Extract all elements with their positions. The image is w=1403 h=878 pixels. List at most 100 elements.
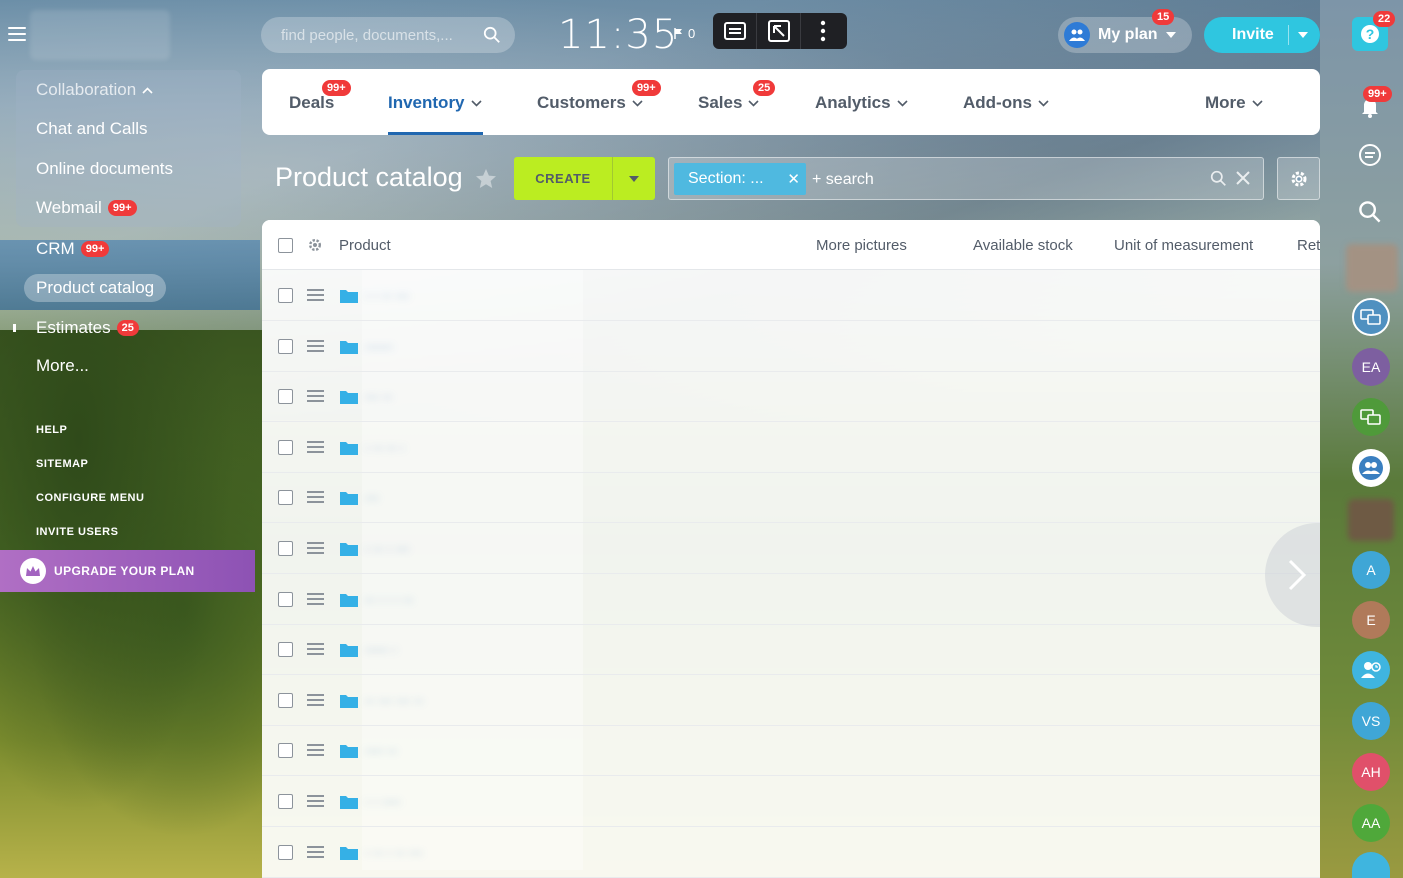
tab-customers[interactable]: Customers: [537, 93, 643, 113]
avatar-ea[interactable]: EA: [1352, 348, 1390, 386]
avatar-vs[interactable]: VS: [1352, 702, 1390, 740]
create-button[interactable]: CREATE: [514, 157, 655, 200]
row-checkbox[interactable]: [278, 439, 293, 455]
product-name[interactable]: ······: [365, 338, 393, 354]
tab-more[interactable]: More: [1205, 93, 1263, 113]
sidebar-item-chat[interactable]: Chat and Calls: [36, 119, 148, 139]
product-name[interactable]: · ·· ·· ·: [365, 439, 405, 455]
search-input[interactable]: [281, 26, 483, 44]
row-checkbox[interactable]: [278, 642, 293, 658]
product-name[interactable]: · ·· · ···: [365, 540, 409, 556]
table-row[interactable]: ·· · · · ··: [262, 574, 1320, 625]
user-clock-icon[interactable]: [1352, 651, 1390, 689]
tab-add-ons[interactable]: Add-ons: [963, 93, 1049, 113]
tab-inventory[interactable]: Inventory: [388, 93, 482, 113]
user-avatar-photo[interactable]: [1346, 244, 1398, 292]
row-checkbox[interactable]: [278, 541, 293, 556]
sidebar-item-webmail[interactable]: Webmail 99+: [36, 198, 137, 218]
filter-search-input[interactable]: + search: [812, 171, 874, 189]
sidebar-item-more[interactable]: More...: [36, 356, 89, 376]
product-name[interactable]: · · ·· ···: [365, 287, 409, 303]
sidebar-group-collaboration[interactable]: Collaboration: [36, 80, 153, 100]
sidebar-item-crm[interactable]: CRM 99+: [36, 239, 110, 259]
search-icon[interactable]: [483, 26, 501, 44]
drag-handle-icon[interactable]: [307, 440, 324, 456]
subtitles-button[interactable]: [713, 13, 757, 49]
product-name[interactable]: ·· · · · ··: [365, 591, 413, 607]
sidebar-link-help[interactable]: HELP: [36, 424, 67, 436]
row-checkbox[interactable]: [278, 338, 293, 354]
company-logo[interactable]: [30, 10, 170, 60]
row-checkbox[interactable]: [278, 389, 293, 405]
table-row[interactable]: ·· ··· ··· ··: [262, 675, 1320, 726]
remove-filter-icon[interactable]: ✕: [787, 170, 800, 188]
table-row[interactable]: · · ····: [262, 776, 1320, 827]
product-name[interactable]: · ·· · ·· ···: [365, 844, 423, 860]
drag-handle-icon[interactable]: [307, 592, 324, 608]
group-chat-icon[interactable]: [1352, 398, 1390, 436]
drag-handle-icon[interactable]: [307, 491, 324, 506]
avatar-a[interactable]: A: [1352, 551, 1390, 589]
gear-icon[interactable]: [307, 237, 323, 253]
pointer-button[interactable]: [757, 13, 801, 49]
filter-tag-section[interactable]: Section: ... ✕: [674, 163, 806, 195]
row-checkbox[interactable]: [278, 794, 293, 809]
product-name[interactable]: ····· ·: [365, 641, 397, 657]
avatar-ah[interactable]: AH: [1352, 753, 1390, 791]
row-checkbox[interactable]: [278, 692, 293, 708]
drag-handle-icon[interactable]: [307, 390, 324, 405]
row-checkbox[interactable]: [278, 743, 293, 759]
table-row[interactable]: ···· ··: [262, 725, 1320, 777]
drag-handle-icon[interactable]: [307, 744, 324, 759]
chat-list-icon[interactable]: [1358, 143, 1382, 167]
flag-counter[interactable]: 0: [674, 26, 695, 41]
invite-button[interactable]: Invite: [1204, 17, 1320, 53]
product-name[interactable]: ··· ··: [365, 388, 392, 404]
sidebar-item-online-documents[interactable]: Online documents: [36, 159, 173, 179]
drag-handle-icon[interactable]: [307, 845, 324, 861]
settings-button[interactable]: [1277, 157, 1320, 200]
clock[interactable]: 11:35: [558, 12, 678, 58]
drag-handle-icon[interactable]: [307, 795, 324, 810]
table-row[interactable]: ····· ·: [262, 624, 1320, 676]
clear-icon[interactable]: [1235, 170, 1251, 186]
search-icon[interactable]: [1358, 200, 1382, 224]
global-search[interactable]: [261, 17, 515, 53]
avatar-e[interactable]: E: [1352, 601, 1390, 639]
drag-handle-icon[interactable]: [307, 643, 324, 658]
menu-burger-icon[interactable]: [8, 27, 26, 41]
create-dropdown[interactable]: [613, 175, 655, 182]
sidebar-link-sitemap[interactable]: SITEMAP: [36, 458, 88, 470]
table-row[interactable]: ··· ··: [262, 371, 1320, 423]
column-more-pictures[interactable]: More pictures: [816, 237, 907, 254]
sidebar-link-configure-menu[interactable]: CONFIGURE MENU: [36, 492, 144, 504]
product-name[interactable]: · · ····: [365, 793, 401, 809]
product-name[interactable]: ···· ··: [365, 742, 397, 758]
tab-analytics[interactable]: Analytics: [815, 93, 908, 113]
star-icon[interactable]: [474, 167, 498, 191]
tab-deals[interactable]: Deals: [289, 93, 334, 113]
row-checkbox[interactable]: [278, 844, 293, 860]
table-row[interactable]: · ·· · ···: [262, 523, 1320, 574]
users-group-icon[interactable]: [1352, 449, 1390, 487]
product-name[interactable]: ·· ··· ··· ··: [365, 692, 423, 708]
table-row[interactable]: ···: [262, 472, 1320, 524]
group-chat-icon[interactable]: [1352, 298, 1390, 336]
table-row[interactable]: · ·· · ·· ···: [262, 827, 1320, 878]
column-product[interactable]: Product: [339, 237, 391, 254]
caret-down-icon[interactable]: [1298, 32, 1308, 38]
table-row[interactable]: ······: [262, 321, 1320, 372]
row-checkbox[interactable]: [278, 490, 293, 506]
sidebar-item-product-catalog[interactable]: Product catalog: [24, 274, 167, 302]
product-name[interactable]: ···: [365, 489, 379, 505]
column-ret[interactable]: Ret: [1297, 237, 1320, 254]
table-row[interactable]: · ·· ·· ·: [262, 422, 1320, 473]
column-unit-of-measurement[interactable]: Unit of measurement: [1114, 237, 1253, 254]
drag-handle-icon[interactable]: [307, 289, 324, 304]
column-available-stock[interactable]: Available stock: [973, 237, 1073, 254]
select-all-checkbox[interactable]: [278, 238, 293, 253]
sidebar-link-invite-users[interactable]: INVITE USERS: [36, 526, 118, 538]
row-checkbox[interactable]: [278, 288, 293, 303]
drag-handle-icon[interactable]: [307, 339, 324, 355]
tab-sales[interactable]: Sales: [698, 93, 760, 113]
